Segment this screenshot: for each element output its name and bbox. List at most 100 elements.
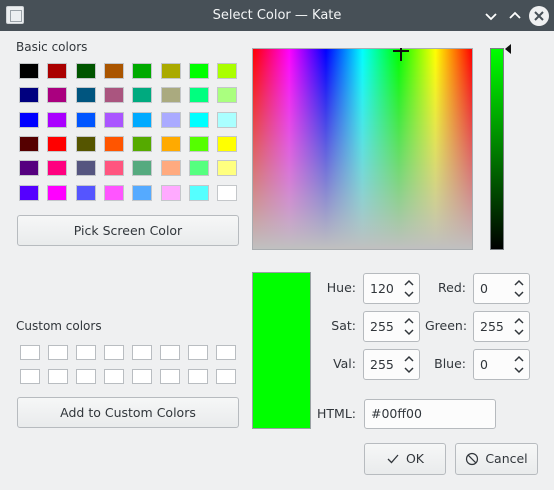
basic-color-swatch[interactable] [19,111,39,128]
custom-color-swatch[interactable] [104,345,124,360]
custom-color-swatch[interactable] [104,369,124,384]
basic-color-swatch[interactable] [188,63,209,79]
basic-color-swatch[interactable] [103,135,124,152]
spin-arrows-icon[interactable] [513,316,525,337]
basic-color-swatch[interactable] [75,135,96,152]
basic-color-swatch[interactable] [217,111,238,128]
custom-color-swatch[interactable] [20,369,40,384]
basic-color-swatch[interactable] [160,111,181,128]
basic-color-swatch[interactable] [19,160,39,177]
basic-color-swatch[interactable] [47,160,68,177]
basic-color-swatch[interactable] [75,184,96,201]
hue-value: 120 [370,281,394,296]
basic-color-swatch[interactable] [160,87,181,104]
basic-color-swatch[interactable] [188,184,209,201]
basic-color-swatch[interactable] [47,63,68,79]
basic-color-swatch[interactable] [47,87,68,104]
basic-color-swatch[interactable] [132,111,153,128]
custom-color-swatch[interactable] [188,345,208,360]
basic-color-swatch[interactable] [132,135,153,152]
hue-saturation-picker[interactable] [252,48,473,250]
custom-colors-label: Custom colors [16,319,102,333]
basic-color-swatch[interactable] [103,184,124,201]
blue-value: 0 [480,357,488,372]
custom-color-swatch[interactable] [188,369,208,384]
custom-color-swatch[interactable] [48,369,68,384]
val-spinbox[interactable]: 255 [363,349,420,380]
basic-color-swatch[interactable] [188,111,209,128]
basic-color-swatch[interactable] [75,63,96,79]
html-label: HTML: [317,406,356,421]
basic-color-swatch[interactable] [160,160,181,177]
basic-color-swatch[interactable] [217,184,238,201]
custom-color-swatch[interactable] [20,345,40,360]
basic-color-swatch[interactable] [19,135,39,152]
basic-color-swatch[interactable] [188,160,209,177]
value-slider-handle[interactable] [505,44,511,54]
spin-arrows-icon[interactable] [513,354,525,375]
ok-button[interactable]: OK [364,443,446,475]
add-to-custom-colors-button[interactable]: Add to Custom Colors [17,397,239,428]
custom-color-swatch[interactable] [48,345,68,360]
value-slider[interactable] [490,48,504,250]
custom-color-swatch[interactable] [160,369,180,384]
red-spinbox[interactable]: 0 [473,273,530,304]
custom-color-swatch[interactable] [160,345,180,360]
blue-spinbox[interactable]: 0 [473,349,530,380]
hue-spinbox[interactable]: 120 [363,273,420,304]
spin-arrows-icon[interactable] [403,354,415,375]
basic-color-swatch[interactable] [217,135,238,152]
custom-color-swatch[interactable] [76,345,96,360]
picker-crosshair-bar[interactable] [393,50,409,52]
basic-color-swatch[interactable] [47,135,68,152]
basic-color-swatch[interactable] [103,111,124,128]
red-label: Red: [438,280,466,295]
cancel-button[interactable]: Cancel [455,443,538,475]
close-button[interactable] [529,6,549,26]
custom-color-swatch[interactable] [216,369,236,384]
green-label: Green: [425,318,468,333]
basic-color-swatch[interactable] [132,87,153,104]
basic-color-swatch[interactable] [103,87,124,104]
spin-arrows-icon[interactable] [403,316,415,337]
custom-color-swatch[interactable] [132,345,152,360]
custom-colors-grid [16,345,240,387]
title-bar[interactable]: Select Color — Kate [0,0,554,31]
basic-color-swatch[interactable] [75,87,96,104]
blue-label: Blue: [434,356,466,371]
basic-color-swatch[interactable] [188,87,209,104]
pick-screen-color-button[interactable]: Pick Screen Color [17,215,239,246]
basic-color-swatch[interactable] [103,160,124,177]
html-input[interactable]: #00ff00 [364,399,496,429]
custom-color-swatch[interactable] [132,369,152,384]
spin-arrows-icon[interactable] [403,278,415,299]
basic-color-swatch[interactable] [132,160,153,177]
basic-color-swatch[interactable] [132,184,153,201]
basic-color-swatch[interactable] [75,111,96,128]
basic-color-swatch[interactable] [217,63,238,79]
basic-color-swatch[interactable] [47,184,68,201]
custom-color-swatch[interactable] [76,369,96,384]
basic-color-swatch[interactable] [217,160,238,177]
basic-color-swatch[interactable] [19,63,39,79]
basic-color-swatch[interactable] [160,184,181,201]
basic-color-swatch[interactable] [75,160,96,177]
custom-color-swatch[interactable] [216,345,236,360]
minimize-button[interactable] [481,6,501,26]
val-value: 255 [370,357,394,372]
maximize-button[interactable] [505,6,525,26]
basic-color-swatch[interactable] [103,63,124,79]
basic-color-swatch[interactable] [19,184,39,201]
basic-color-swatch[interactable] [160,63,181,79]
basic-color-swatch[interactable] [132,63,153,79]
green-value: 255 [480,319,504,334]
basic-color-swatch[interactable] [188,135,209,152]
basic-color-swatch[interactable] [217,87,238,104]
basic-color-swatch[interactable] [19,87,39,104]
basic-color-swatch[interactable] [47,111,68,128]
sat-spinbox[interactable]: 255 [363,311,420,342]
spin-arrows-icon[interactable] [513,278,525,299]
window-title: Select Color — Kate [212,8,342,23]
basic-color-swatch[interactable] [160,135,181,152]
green-spinbox[interactable]: 255 [473,311,530,342]
